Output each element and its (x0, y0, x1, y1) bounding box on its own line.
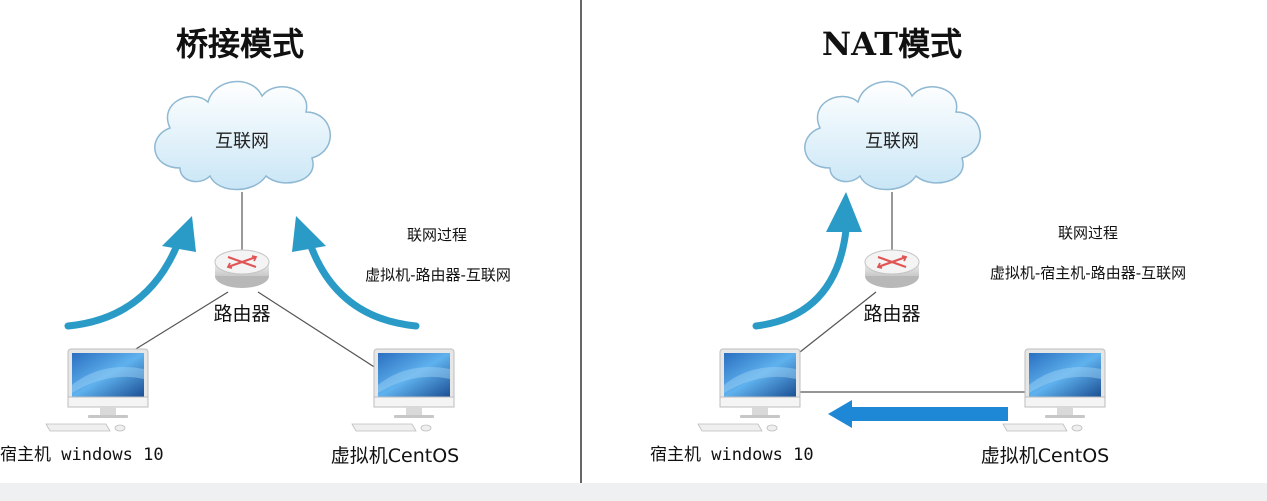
vm-upload-arrowhead (292, 216, 326, 252)
computer-icon (719, 348, 801, 419)
router-icon (213, 248, 271, 290)
bridge-panel: 桥接模式 互联网 路由器 宿主机 windows 10 虚拟机CentOS 联网… (0, 25, 511, 467)
router-icon (863, 248, 921, 290)
router-vm-line (257, 291, 383, 373)
nat-note-heading: 联网过程 (1058, 224, 1118, 242)
nat-router-label: 路由器 (863, 303, 920, 325)
network-modes-diagram: 桥接模式 互联网 路由器 宿主机 windows 10 虚拟机CentOS 联网… (0, 0, 1186, 483)
bridge-vm-label: 虚拟机CentOS (331, 445, 459, 467)
nat-title: NAT模式 (822, 25, 962, 63)
host-upload-arrow (64, 234, 184, 330)
nat-vm-label: 虚拟机CentOS (981, 445, 1109, 467)
bridge-host-label: 宿主机 windows 10 (0, 445, 164, 465)
computer-icon (67, 348, 149, 419)
vm-to-host-arrow (850, 407, 1008, 421)
host-upload-arrowhead (162, 216, 196, 252)
bridge-note-heading: 联网过程 (407, 226, 467, 244)
keyboard-icon (45, 423, 126, 432)
bridge-note-path: 虚拟机-路由器-互联网 (365, 266, 511, 284)
bridge-router-label: 路由器 (213, 303, 270, 325)
nat-note-path: 虚拟机-宿主机-路由器-互联网 (990, 264, 1186, 282)
keyboard-icon (1002, 423, 1083, 432)
host-upload-arrow (752, 226, 850, 330)
bridge-title: 桥接模式 (176, 25, 304, 63)
keyboard-icon (351, 423, 432, 432)
bottom-strip (0, 483, 1267, 501)
computer-icon (373, 348, 455, 419)
nat-cloud-label: 互联网 (865, 131, 919, 152)
nat-panel: NAT模式 互联网 路由器 宿主机 windows 10 虚拟机CentOS 联… (650, 25, 1186, 467)
bridge-cloud-label: 互联网 (215, 131, 269, 152)
nat-host-label: 宿主机 windows 10 (650, 445, 814, 465)
computer-icon (1024, 348, 1106, 419)
host-upload-arrowhead (826, 192, 862, 232)
keyboard-icon (697, 423, 778, 432)
vm-to-host-arrowhead (828, 400, 852, 428)
